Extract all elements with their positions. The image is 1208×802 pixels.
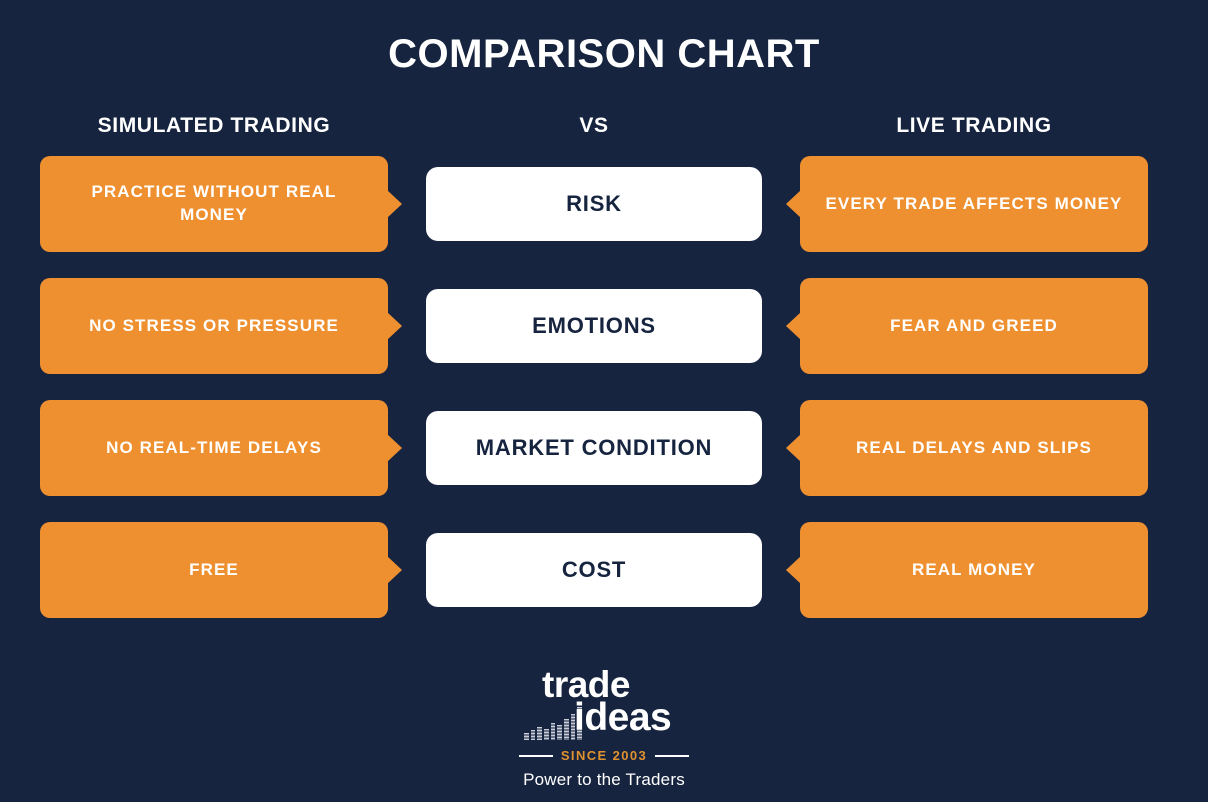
comparison-row: NO REAL-TIME DELAYS MARKET CONDITION REA…: [40, 400, 1168, 496]
criterion-slot: MARKET CONDITION: [388, 411, 800, 485]
page-title: COMPARISON CHART: [388, 32, 820, 76]
divider-right: [655, 754, 690, 757]
logo-tagline: Power to the Traders: [523, 770, 685, 789]
criterion-slot: COST: [388, 533, 800, 607]
criterion-card: RISK: [426, 167, 762, 241]
criterion-card: EMOTIONS: [426, 289, 762, 363]
column-header-simulated: SIMULATED TRADING: [97, 114, 331, 137]
live-card: FEAR AND GREED: [800, 278, 1148, 374]
logo-since-row: SINCE 2003: [518, 748, 690, 763]
simulated-card-label: FREE: [189, 559, 239, 579]
comparison-row: PRACTICE WITHOUT REAL MONEY RISK EVERY T…: [40, 156, 1168, 252]
criterion-card-label: COST: [561, 557, 627, 582]
simulated-card-label: PRACTICE WITHOUT REAL MONEY: [91, 182, 337, 224]
live-card-label: REAL MONEY: [911, 559, 1037, 579]
column-header-live: LIVE TRADING: [896, 114, 1052, 137]
criterion-card: COST: [426, 533, 762, 607]
criterion-card: MARKET CONDITION: [426, 411, 762, 485]
simulated-card: NO REAL-TIME DELAYS: [40, 400, 388, 496]
criterion-slot: RISK: [388, 167, 800, 241]
simulated-card-label: NO STRESS OR PRESSURE: [89, 315, 339, 335]
logo-word-ideas: ideas: [574, 696, 672, 739]
live-card: REAL DELAYS AND SLIPS: [800, 400, 1148, 496]
comparison-row: FREE COST REAL MONEY: [40, 522, 1168, 618]
brand-logo: trade ideas SINCE 2003 Power to the Trad…: [0, 666, 1208, 790]
live-card: REAL MONEY: [800, 522, 1148, 618]
criterion-card-label: MARKET CONDITION: [475, 435, 713, 460]
simulated-card: NO STRESS OR PRESSURE: [40, 278, 388, 374]
divider-left: [518, 754, 553, 757]
live-card-label: REAL DELAYS AND SLIPS: [856, 437, 1092, 457]
column-header-vs: VS: [579, 114, 609, 137]
simulated-card-label: NO REAL-TIME DELAYS: [106, 437, 322, 457]
logo-wordmark: trade ideas: [516, 666, 692, 744]
simulated-card: FREE: [40, 522, 388, 618]
live-card-label: EVERY TRADE AFFECTS MONEY: [825, 193, 1123, 213]
comparison-chart-infographic: COMPARISON CHART SIMULATED TRADING VS LI…: [0, 0, 1208, 789]
simulated-card: PRACTICE WITHOUT REAL MONEY: [40, 156, 388, 252]
live-card-label: FEAR AND GREED: [890, 315, 1058, 335]
criterion-slot: EMOTIONS: [388, 289, 800, 363]
criterion-card-label: EMOTIONS: [532, 313, 656, 338]
criterion-card-label: RISK: [566, 191, 622, 216]
column-headers: SIMULATED TRADING VS LIVE TRADING: [0, 114, 1208, 138]
comparison-row: NO STRESS OR PRESSURE EMOTIONS FEAR AND …: [40, 278, 1168, 374]
live-card: EVERY TRADE AFFECTS MONEY: [800, 156, 1148, 252]
logo-since-text: SINCE 2003: [560, 748, 648, 763]
comparison-rows: PRACTICE WITHOUT REAL MONEY RISK EVERY T…: [0, 156, 1208, 618]
